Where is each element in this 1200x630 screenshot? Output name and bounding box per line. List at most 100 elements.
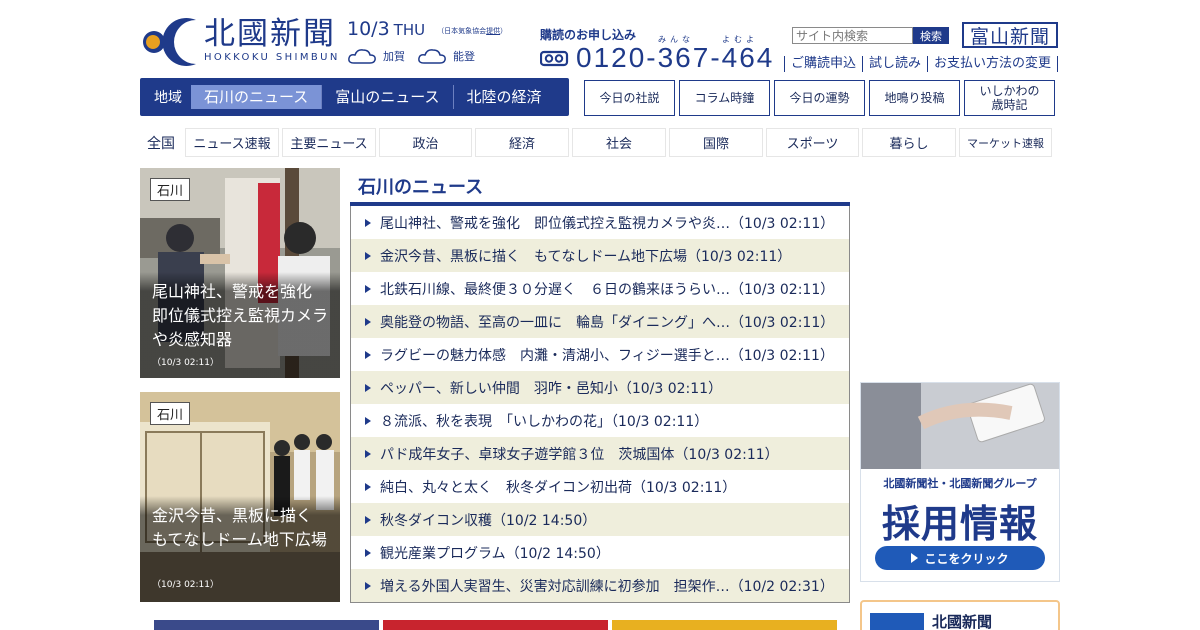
search-button[interactable]: 検索 <box>913 27 949 44</box>
bottom-ad-2[interactable] <box>383 620 608 630</box>
recruit-banner-title: 採用情報 <box>881 502 1038 546</box>
header-links: ご購読申込 試し読み お支払い方法の変更 <box>784 56 1059 72</box>
column-jisho-button[interactable]: コラム時鐘 <box>679 80 770 116</box>
toyama-shimbun-logo[interactable]: 富山新聞 <box>962 22 1058 48</box>
ishikawa-calendar-label: いしかわの 歳時記 <box>979 84 1040 112</box>
logo-name: 北國新聞 <box>204 16 336 52</box>
link-trial[interactable]: 試し読み <box>862 56 927 72</box>
arrow-right-icon <box>365 251 371 260</box>
bottom-ad-strip <box>154 620 837 630</box>
recruit-banner[interactable]: 北國新聞社・北國新聞グループ 採用情報 ここをクリック <box>860 382 1060 582</box>
arrow-right-icon <box>365 581 371 590</box>
cat-living[interactable]: 暮らし <box>862 128 956 157</box>
subscribe-label: 購読のお申し込み <box>540 28 637 42</box>
cloud-icon <box>348 49 376 64</box>
side-box-text: 北國新聞 <box>932 613 993 630</box>
subscribe-block: 購読のお申し込み みんな よむよ <box>540 26 754 44</box>
photo-timestamp: （10/3 02:11） <box>152 358 220 368</box>
list-item[interactable]: ラグビーの魅力体感 内灘・清湖小、フィジー選手と…（10/3 02:11） <box>351 338 849 371</box>
play-triangle-icon <box>911 553 919 563</box>
weather-credit: （日本気象協会提供） <box>437 26 508 35</box>
weather-region-label: 能登 <box>453 50 475 63</box>
cat-politics[interactable]: 政治 <box>379 128 472 157</box>
date-text: 10/3 <box>347 18 390 40</box>
feature-buttons: 今日の社説 コラム時鐘 今日の運勢 地鳴り投稿 いしかわの 歳時記 <box>584 80 1055 116</box>
photo-card-oyama-shrine[interactable]: 石川 尾山神社、警戒を強化 即位儀式控え監視カメラや炎感知器 （10/3 02:… <box>140 168 340 378</box>
arrow-right-icon <box>365 350 371 359</box>
hokkoku-logo[interactable]: 北國新聞 HOKKOKU SHIMBUN <box>140 14 340 66</box>
cat-breaking-news[interactable]: ニュース速報 <box>185 128 279 157</box>
arrow-right-icon <box>365 449 371 458</box>
tab-hokuriku-economy[interactable]: 北陸の経済 <box>452 85 555 109</box>
region-nav: 地域 石川のニュース 富山のニュース 北陸の経済 <box>140 78 569 116</box>
weather-region-label: 加賀 <box>383 50 405 63</box>
cat-top-news[interactable]: 主要ニュース <box>282 128 376 157</box>
photo-caption-text: 金沢今昔、黒板に描く もてなしドーム地下広場 <box>152 506 329 549</box>
list-item[interactable]: ペッパー、新しい仲間 羽咋・邑知小（10/3 02:11） <box>351 371 849 404</box>
phone-number-text: 0120-367-464 <box>576 42 775 73</box>
bottom-ad-1[interactable] <box>154 620 379 630</box>
tab-toyama-news[interactable]: 富山のニュース <box>321 85 452 109</box>
category-nav-label: 全国 <box>147 135 175 152</box>
cat-society[interactable]: 社会 <box>572 128 666 157</box>
link-subscribe[interactable]: ご購読申込 <box>784 56 862 72</box>
cat-international[interactable]: 国際 <box>669 128 763 157</box>
arrow-right-icon <box>365 482 371 491</box>
news-list-header: 石川のニュース <box>350 168 850 206</box>
link-payment-change[interactable]: お支払い方法の変更 <box>927 56 1059 72</box>
arrow-right-icon <box>365 515 371 524</box>
list-item[interactable]: パド成年女子、卓球女子遊学館３位 茨城国体（10/3 02:11） <box>351 437 849 470</box>
news-list-title: 石川のニュース <box>358 177 484 198</box>
region-tag: 石川 <box>150 402 191 425</box>
weather-noto[interactable]: 能登 <box>417 46 475 66</box>
logo-roman: HOKKOKU SHIMBUN <box>204 52 340 63</box>
ishikawa-calendar-button[interactable]: いしかわの 歳時記 <box>964 80 1055 116</box>
weather-credit-link[interactable]: 提供 <box>486 27 500 35</box>
arrow-right-icon <box>365 383 371 392</box>
tab-ishikawa-news[interactable]: 石川のニュース <box>191 85 322 109</box>
photo-timestamp: （10/3 02:11） <box>152 580 220 590</box>
list-item[interactable]: 純白、丸々と太く 秋冬ダイコン初出荷（10/3 02:11） <box>351 470 849 503</box>
region-tag: 石川 <box>150 178 191 201</box>
arrow-right-icon <box>365 218 371 227</box>
day-of-week: THU <box>393 21 426 39</box>
site-search: 検索 <box>792 27 949 44</box>
list-item[interactable]: 北鉄石川線、最終便３０分遅く ６日の鶴来ほうらい…（10/3 02:11） <box>351 272 849 305</box>
weather-kaga[interactable]: 加賀 <box>347 46 405 66</box>
date-block: 10/3 THU （日本気象協会提供） <box>347 18 507 40</box>
category-nav: 全国 ニュース速報 主要ニュース 政治 経済 社会 国際 スポーツ 暮らし マー… <box>140 128 1052 157</box>
photo-caption: 金沢今昔、黒板に描く もてなしドーム地下広場 （10/3 02:11） <box>140 496 340 602</box>
list-item[interactable]: 金沢今昔、黒板に描く もてなしドーム地下広場（10/3 02:11） <box>351 239 849 272</box>
hokkoku-side-box[interactable]: 北國新聞 <box>860 600 1060 630</box>
recruit-click-button[interactable]: ここをクリック <box>875 546 1045 570</box>
list-item[interactable]: 尾山神社、警戒を強化 即位儀式控え監視カメラや炎…（10/3 02:11） <box>351 206 849 239</box>
cloud-icon <box>418 49 446 64</box>
cat-market-news[interactable]: マーケット速報 <box>959 128 1052 157</box>
list-item[interactable]: 増える外国人実習生、災害対応訓練に初参加 担架作…（10/2 02:31） <box>351 569 849 602</box>
phone-number[interactable]: 0120-367-464 <box>540 42 774 74</box>
logo-mark-icon <box>140 14 202 66</box>
side-box-logo <box>870 613 924 630</box>
photo-caption-text: 尾山神社、警戒を強化 即位儀式控え監視カメラや炎感知器 <box>152 282 329 349</box>
reader-posts-button[interactable]: 地鳴り投稿 <box>869 80 960 116</box>
bottom-ad-3[interactable] <box>612 620 837 630</box>
list-item[interactable]: 観光産業プログラム（10/2 14:50） <box>351 536 849 569</box>
photo-caption: 尾山神社、警戒を強化 即位儀式控え監視カメラや炎感知器 （10/3 02:11） <box>140 272 340 378</box>
arrow-right-icon <box>365 416 371 425</box>
arrow-right-icon <box>365 284 371 293</box>
search-input[interactable] <box>792 27 913 44</box>
news-list: 尾山神社、警戒を強化 即位儀式控え監視カメラや炎…（10/3 02:11） 金沢… <box>350 206 850 603</box>
arrow-right-icon <box>365 548 371 557</box>
list-item[interactable]: 秋冬ダイコン収穫（10/2 14:50） <box>351 503 849 536</box>
region-nav-label: 地域 <box>154 90 182 106</box>
free-dial-icon <box>540 50 569 67</box>
list-item[interactable]: 奥能登の物語、至高の一皿に 輪島「ダイニング」へ…（10/3 02:11） <box>351 305 849 338</box>
cat-sports[interactable]: スポーツ <box>766 128 859 157</box>
photo-card-kanazawa-blackboard[interactable]: 石川 金沢今昔、黒板に描く もてなしドーム地下広場 （10/3 02:11） <box>140 392 340 602</box>
list-item[interactable]: ８流派、秋を表現 「いしかわの花」（10/3 02:11） <box>351 404 849 437</box>
horoscope-button[interactable]: 今日の運勢 <box>774 80 865 116</box>
recruit-banner-subtitle: 北國新聞社・北國新聞グループ <box>883 477 1037 490</box>
cat-economy[interactable]: 経済 <box>475 128 569 157</box>
editorial-button[interactable]: 今日の社説 <box>584 80 675 116</box>
arrow-right-icon <box>365 317 371 326</box>
